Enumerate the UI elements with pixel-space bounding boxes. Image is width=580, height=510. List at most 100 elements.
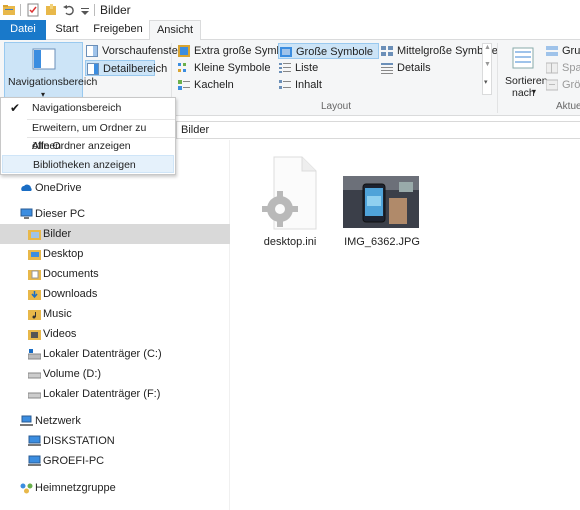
menu-item-alle-ordner[interactable]: Alle Ordner anzeigen xyxy=(2,137,174,155)
sortieren-label: Sortieren xyxy=(505,75,548,87)
chevron-down-icon: ▾ xyxy=(532,87,537,96)
checkmark-icon: ✔ xyxy=(10,101,21,115)
layout-liste[interactable]: Liste xyxy=(278,60,318,76)
image-thumbnail-icon xyxy=(343,176,419,228)
drive-icon xyxy=(28,372,41,379)
file-item-desktop-ini[interactable]: desktop.ini xyxy=(240,153,340,253)
file-name: IMG_6362.JPG xyxy=(344,236,420,248)
settings-file-icon xyxy=(262,156,317,230)
file-item-img-6362[interactable]: IMG_6362.JPG xyxy=(332,153,432,253)
layout-item-label: Große Symbole xyxy=(296,46,374,58)
nav-item-label: Desktop xyxy=(43,248,84,260)
detailbereich-label: Detailbereich xyxy=(103,63,168,75)
menu-item-navigationsbereich[interactable]: ✔ Navigationsbereich xyxy=(2,99,174,117)
new-folder-icon[interactable] xyxy=(44,3,58,17)
nav-item-netzwerk[interactable]: Netzwerk xyxy=(0,411,230,431)
detailbereich-button[interactable]: Detailbereich xyxy=(85,60,167,76)
nav-item-bilder[interactable]: Bilder xyxy=(0,224,230,244)
groesse-label: Größ xyxy=(562,79,580,91)
large-icons-icon xyxy=(280,47,292,57)
tab-freigeben[interactable]: Freigeben xyxy=(90,20,146,40)
layout-gallery-scroll[interactable]: ▲ ▼ ▾ xyxy=(482,43,492,95)
layout-item-label: Details xyxy=(397,62,431,74)
undo-icon[interactable] xyxy=(62,3,76,17)
groesse-button[interactable]: Größ xyxy=(545,77,580,93)
nav-item-label: OneDrive xyxy=(35,182,82,194)
network-icon xyxy=(20,415,33,426)
vorschaufenster-button[interactable]: Vorschaufenster xyxy=(85,43,182,59)
menu-item-label: Alle Ordner anzeigen xyxy=(32,140,131,152)
nav-item-diskstation[interactable]: DISKSTATION xyxy=(0,431,230,451)
windows-drive-icon xyxy=(28,349,41,360)
navigation-pane-icon xyxy=(32,48,56,70)
quick-access-dropdown-icon[interactable] xyxy=(78,3,92,17)
aktuell-group-label: Aktue xyxy=(556,101,580,112)
nav-item-laufwerk-c[interactable]: Lokaler Datenträger (C:) xyxy=(0,344,230,364)
nav-item-heimnetzgruppe[interactable]: Heimnetzgruppe xyxy=(0,478,230,498)
add-columns-icon xyxy=(546,62,558,74)
tab-datei[interactable]: Datei xyxy=(0,20,46,40)
menu-item-label: Navigationsbereich xyxy=(32,102,122,114)
layout-item-label: Kleine Symbole xyxy=(194,62,271,74)
spalten-button[interactable]: Spalt xyxy=(545,60,580,76)
tab-start[interactable]: Start xyxy=(48,20,86,40)
navigationsbereich-label: Navigationsbereich xyxy=(8,76,98,88)
documents-folder-icon xyxy=(28,270,41,280)
downloads-folder-icon xyxy=(28,290,41,300)
layout-item-label: Kacheln xyxy=(194,79,234,91)
layout-kacheln[interactable]: Kacheln xyxy=(177,77,234,93)
layout-kleine-symbole[interactable]: Kleine Symbole xyxy=(177,60,270,76)
details-icon xyxy=(381,63,393,74)
gallery-expand-icon[interactable]: ▾ xyxy=(484,78,488,86)
medium-icons-icon xyxy=(381,46,393,56)
layout-details[interactable]: Details xyxy=(380,60,431,76)
title-bar: Bilder xyxy=(0,0,580,20)
drive-icon xyxy=(28,392,41,399)
preview-pane-icon xyxy=(86,45,98,57)
nav-item-desktop[interactable]: Desktop xyxy=(0,244,230,264)
menu-item-erweitern[interactable]: Erweitern, um Ordner zu öffnen xyxy=(2,119,174,152)
extra-large-icons-icon xyxy=(178,45,190,57)
nav-item-downloads[interactable]: Downloads xyxy=(0,284,230,304)
tiles-icon xyxy=(178,80,190,90)
vorschaufenster-label: Vorschaufenster xyxy=(102,45,182,57)
file-list: desktop.ini IMG_6362.JPG xyxy=(232,140,580,510)
gruppieren-button[interactable]: Grup xyxy=(545,43,580,59)
content-icon xyxy=(279,80,291,89)
menu-item-bibliotheken[interactable]: Bibliotheken anzeigen xyxy=(2,155,174,173)
list-icon xyxy=(279,63,291,73)
sortieren-button[interactable]: Sortieren nach ▾ xyxy=(501,42,548,99)
layout-mittelgrosse-symbole[interactable]: Mittelgroße Symbole xyxy=(380,43,498,59)
nav-item-label: DISKSTATION xyxy=(43,435,115,447)
layout-grosse-symbole[interactable]: Große Symbole xyxy=(278,43,379,59)
address-bar[interactable]: Bilder xyxy=(176,121,580,139)
details-pane-icon xyxy=(87,63,99,75)
nav-item-videos[interactable]: Videos xyxy=(0,324,230,344)
tab-ansicht[interactable]: Ansicht xyxy=(149,20,201,41)
nav-item-documents[interactable]: Documents xyxy=(0,264,230,284)
nav-item-laufwerk-f[interactable]: Lokaler Datenträger (F:) xyxy=(0,384,230,404)
nav-item-groefi-pc[interactable]: GROEFI-PC xyxy=(0,451,230,471)
navigationsbereich-button[interactable]: Navigationsbereich ▾ xyxy=(4,42,97,99)
layout-inhalt[interactable]: Inhalt xyxy=(278,77,322,93)
nav-item-music[interactable]: Music xyxy=(0,304,230,324)
pictures-folder-icon xyxy=(28,230,41,240)
properties-icon[interactable] xyxy=(26,3,40,17)
music-folder-icon xyxy=(28,310,41,320)
nav-item-dieser-pc[interactable]: Dieser PC xyxy=(0,204,230,224)
layout-group-label: Layout xyxy=(321,101,352,112)
scroll-up-icon[interactable]: ▲ xyxy=(484,44,491,51)
address-path: Bilder xyxy=(181,124,210,136)
homegroup-icon xyxy=(20,483,33,494)
nav-item-label: Videos xyxy=(43,328,77,340)
onedrive-icon xyxy=(21,184,32,191)
nav-item-volume-d[interactable]: Volume (D:) xyxy=(0,364,230,384)
size-columns-icon xyxy=(546,79,558,91)
nav-item-label: Netzwerk xyxy=(35,415,81,427)
window-title: Bilder xyxy=(100,3,131,17)
computer-icon xyxy=(20,208,33,219)
scroll-down-icon[interactable]: ▼ xyxy=(484,61,491,68)
navigation-pane: OneDrive Dieser PC Bilder Desktop Docume… xyxy=(0,140,230,510)
nav-item-label: Heimnetzgruppe xyxy=(35,482,116,494)
nav-item-onedrive[interactable]: OneDrive xyxy=(0,178,230,198)
